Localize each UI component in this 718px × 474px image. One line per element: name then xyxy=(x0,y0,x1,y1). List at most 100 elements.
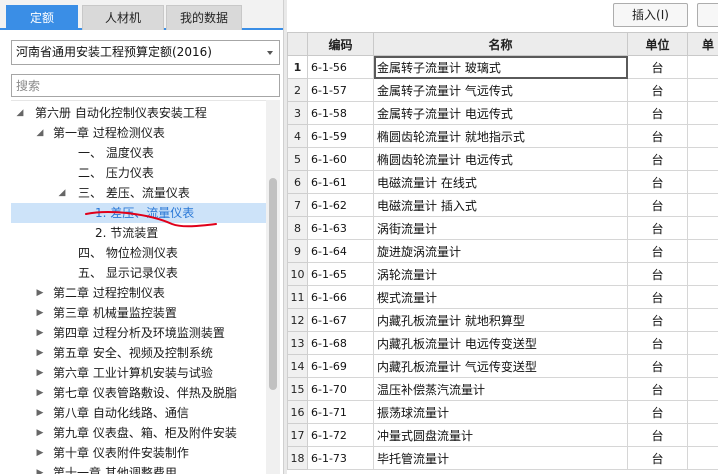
name-cell[interactable]: 金属转子流量计 电远传式 xyxy=(373,101,628,125)
name-cell[interactable]: 电磁流量计 在线式 xyxy=(373,170,628,194)
row-number[interactable]: 7 xyxy=(287,193,308,217)
unit-cell[interactable]: 台 xyxy=(627,262,688,286)
unit-price-cell[interactable] xyxy=(687,354,718,378)
tree-node[interactable]: 四、 物位检测仪表 xyxy=(11,243,266,263)
collapsed-arrow-icon[interactable]: ▶ xyxy=(35,463,45,474)
unit-price-cell[interactable] xyxy=(687,216,718,240)
code-cell[interactable]: 6-1-70 xyxy=(307,377,374,401)
row-number[interactable]: 2 xyxy=(287,78,308,102)
tree-node[interactable]: ▶ 第七章 仪表管路敷设、伴热及脱脂 xyxy=(11,383,266,403)
collapsed-arrow-icon[interactable]: ▶ xyxy=(35,403,45,423)
table-row[interactable]: 2 6-1-57 金属转子流量计 气远传式台 xyxy=(287,78,718,102)
name-cell[interactable]: 涡街流量计 xyxy=(373,216,628,240)
collapsed-arrow-icon[interactable]: ▶ xyxy=(35,323,45,343)
row-number[interactable]: 17 xyxy=(287,423,308,447)
table-row[interactable]: 17 6-1-72 冲量式圆盘流量计台 xyxy=(287,423,718,447)
tree-node[interactable]: ▶ 第十一章 其他调整费用 xyxy=(11,463,266,474)
code-cell[interactable]: 6-1-61 xyxy=(307,170,374,194)
table-row[interactable]: 11 6-1-66 楔式流量计台 xyxy=(287,285,718,309)
row-number[interactable]: 5 xyxy=(287,147,308,171)
code-cell[interactable]: 6-1-58 xyxy=(307,101,374,125)
tree-node[interactable]: ▶ 第五章 安全、视频及控制系统 xyxy=(11,343,266,363)
name-cell[interactable]: 毕托管流量计 xyxy=(373,446,628,470)
table-row[interactable]: 18 6-1-73 毕托管流量计台 xyxy=(287,446,718,470)
unit-cell[interactable]: 台 xyxy=(627,308,688,332)
unit-cell[interactable]: 台 xyxy=(627,354,688,378)
unit-cell[interactable]: 台 xyxy=(627,285,688,309)
table-row[interactable]: 12 6-1-67 内藏孔板流量计 就地积算型台 xyxy=(287,308,718,332)
row-number[interactable]: 15 xyxy=(287,377,308,401)
name-cell[interactable]: 涡轮流量计 xyxy=(373,262,628,286)
table-row[interactable]: 3 6-1-58 金属转子流量计 电远传式台 xyxy=(287,101,718,125)
row-number[interactable]: 13 xyxy=(287,331,308,355)
tree-node[interactable]: ◢ 第六册 自动化控制仪表安装工程 xyxy=(11,103,266,123)
tree-node[interactable]: ▶ 第二章 过程控制仪表 xyxy=(11,283,266,303)
row-number[interactable]: 3 xyxy=(287,101,308,125)
row-number[interactable]: 12 xyxy=(287,308,308,332)
name-cell[interactable]: 旋进旋涡流量计 xyxy=(373,239,628,263)
code-cell[interactable]: 6-1-64 xyxy=(307,239,374,263)
row-number[interactable]: 18 xyxy=(287,446,308,470)
code-cell[interactable]: 6-1-67 xyxy=(307,308,374,332)
collapsed-arrow-icon[interactable]: ▶ xyxy=(35,383,45,403)
header-code[interactable]: 编码 xyxy=(307,32,374,56)
unit-cell[interactable]: 台 xyxy=(627,55,688,79)
name-cell[interactable]: 椭圆齿轮流量计 就地指示式 xyxy=(373,124,628,148)
table-row[interactable]: 5 6-1-60 椭圆齿轮流量计 电远传式台 xyxy=(287,147,718,171)
unit-price-cell[interactable] xyxy=(687,78,718,102)
name-cell[interactable]: 温压补偿蒸汽流量计 xyxy=(373,377,628,401)
expanded-arrow-icon[interactable]: ◢ xyxy=(15,103,25,123)
unit-price-cell[interactable] xyxy=(687,170,718,194)
unit-price-cell[interactable] xyxy=(687,308,718,332)
table-row[interactable]: 13 6-1-68 内藏孔板流量计 电远传变送型台 xyxy=(287,331,718,355)
tab-quota[interactable]: 定额 xyxy=(6,5,78,30)
code-cell[interactable]: 6-1-63 xyxy=(307,216,374,240)
row-number[interactable]: 6 xyxy=(287,170,308,194)
unit-cell[interactable]: 台 xyxy=(627,446,688,470)
name-cell[interactable]: 冲量式圆盘流量计 xyxy=(373,423,628,447)
row-number[interactable]: 10 xyxy=(287,262,308,286)
name-cell[interactable]: 楔式流量计 xyxy=(373,285,628,309)
tree-node[interactable]: 2. 节流装置 xyxy=(11,223,266,243)
unit-price-cell[interactable] xyxy=(687,193,718,217)
unit-price-cell[interactable] xyxy=(687,101,718,125)
table-row[interactable]: 7 6-1-62 电磁流量计 插入式台 xyxy=(287,193,718,217)
tree-node[interactable]: 五、 显示记录仪表 xyxy=(11,263,266,283)
code-cell[interactable]: 6-1-56 xyxy=(307,55,374,79)
unit-price-cell[interactable] xyxy=(687,400,718,424)
unit-price-cell[interactable] xyxy=(687,262,718,286)
row-number[interactable]: 14 xyxy=(287,354,308,378)
collapsed-arrow-icon[interactable]: ▶ xyxy=(35,443,45,463)
table-row[interactable]: 14 6-1-69 内藏孔板流量计 气远传变送型台 xyxy=(287,354,718,378)
unit-cell[interactable]: 台 xyxy=(627,423,688,447)
unit-cell[interactable]: 台 xyxy=(627,78,688,102)
name-cell[interactable]: 内藏孔板流量计 就地积算型 xyxy=(373,308,628,332)
unit-price-cell[interactable] xyxy=(687,423,718,447)
name-cell[interactable]: 内藏孔板流量计 气远传变送型 xyxy=(373,354,628,378)
name-cell[interactable]: 电磁流量计 插入式 xyxy=(373,193,628,217)
header-unit-price[interactable]: 单 xyxy=(687,32,718,56)
name-cell[interactable]: 振荡球流量计 xyxy=(373,400,628,424)
name-cell[interactable]: 金属转子流量计 气远传式 xyxy=(373,78,628,102)
unit-cell[interactable]: 台 xyxy=(627,400,688,424)
tree-node[interactable]: 二、 压力仪表 xyxy=(11,163,266,183)
unit-cell[interactable]: 台 xyxy=(627,147,688,171)
collapsed-arrow-icon[interactable]: ▶ xyxy=(35,423,45,443)
collapsed-arrow-icon[interactable]: ▶ xyxy=(35,303,45,323)
tree-node[interactable]: 1. 差压、流量仪表 xyxy=(11,203,266,223)
unit-price-cell[interactable] xyxy=(687,446,718,470)
unit-cell[interactable]: 台 xyxy=(627,239,688,263)
row-number[interactable]: 9 xyxy=(287,239,308,263)
code-cell[interactable]: 6-1-59 xyxy=(307,124,374,148)
expanded-arrow-icon[interactable]: ◢ xyxy=(57,183,67,203)
unit-price-cell[interactable] xyxy=(687,239,718,263)
unit-cell[interactable]: 台 xyxy=(627,124,688,148)
header-name[interactable]: 名称 xyxy=(373,32,628,56)
tree-node[interactable]: ◢ 三、 差压、流量仪表 xyxy=(11,183,266,203)
unit-price-cell[interactable] xyxy=(687,55,718,79)
unit-cell[interactable]: 台 xyxy=(627,331,688,355)
tree-scrollbar-thumb[interactable] xyxy=(269,178,277,390)
tree-node[interactable]: ▶ 第九章 仪表盘、箱、柜及附件安装 xyxy=(11,423,266,443)
table-row[interactable]: 15 6-1-70 温压补偿蒸汽流量计台 xyxy=(287,377,718,401)
collapsed-arrow-icon[interactable]: ▶ xyxy=(35,343,45,363)
